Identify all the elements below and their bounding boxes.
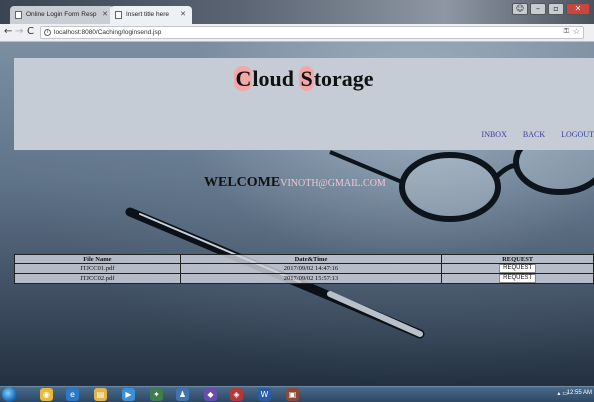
files-table: File Name Date&Time REQUEST ITJCC01.pdf … — [14, 254, 594, 284]
scan-app-icon[interactable]: ▣ — [286, 388, 299, 401]
url-text: localhost:8080/Caching/loginsend.jsp — [54, 29, 162, 36]
back-arrow-icon[interactable]: ← — [4, 26, 12, 37]
column-header-file-name: File Name — [14, 254, 181, 264]
welcome-label: WELCOME — [204, 175, 281, 190]
tab-label: Insert title here — [126, 11, 169, 18]
info-icon[interactable]: i — [44, 29, 51, 36]
close-tab-icon[interactable]: ✕ — [102, 10, 108, 18]
file-name-cell: ITJCC01.pdf — [14, 263, 181, 274]
request-button[interactable]: REQUEST — [499, 264, 537, 273]
purple-app-icon[interactable]: ◆ — [204, 388, 217, 401]
browser-tab-insert[interactable]: Insert title here ✕ — [110, 6, 192, 24]
page-icon — [115, 11, 122, 19]
user-email: VINOTH@GMAIL.COM — [280, 178, 386, 189]
page-body: Cloud Storage INBOX BACK LOGOUT WELCOMEV… — [0, 42, 594, 386]
close-window-icon[interactable]: ✕ — [566, 3, 590, 15]
internet-explorer-icon[interactable]: e — [66, 388, 79, 401]
browser-tab-login[interactable]: Online Login Form Resp ✕ — [10, 6, 114, 24]
bookmark-star-icon[interactable]: ☆ — [573, 27, 580, 36]
request-button[interactable]: REQUEST — [499, 274, 537, 283]
file-explorer-icon[interactable]: ▤ — [94, 388, 107, 401]
tab-label: Online Login Form Resp — [26, 11, 97, 18]
key-icon[interactable]: ⚿ — [564, 28, 569, 36]
site-nav: INBOX BACK LOGOUT — [482, 130, 594, 139]
browser-tab-bar: Online Login Form Resp ✕ Insert title he… — [0, 0, 594, 24]
table-header-row: File Name Date&Time REQUEST — [14, 254, 594, 264]
media-player-icon[interactable]: ▶ — [122, 388, 135, 401]
table-row: ITJCC02.pdf 2017/09/02 15:57:13 REQUEST — [14, 273, 594, 284]
nav-link-back[interactable]: BACK — [523, 130, 545, 139]
title-part-torage: torage — [313, 66, 374, 91]
user-icon[interactable]: ☺ — [512, 3, 528, 15]
start-button-icon[interactable] — [2, 387, 17, 402]
close-tab-icon[interactable]: ✕ — [180, 10, 186, 18]
word-icon[interactable]: W — [258, 388, 271, 401]
nav-link-logout[interactable]: LOGOUT — [561, 130, 594, 139]
site-header: Cloud Storage INBOX BACK LOGOUT — [14, 58, 594, 150]
window-controls: ☺ – ▫ ✕ — [512, 3, 590, 15]
maximize-icon[interactable]: ▫ — [548, 3, 564, 15]
person-app-icon[interactable]: ♟ — [176, 388, 189, 401]
forward-arrow-icon[interactable]: → — [15, 26, 23, 37]
request-cell: REQUEST — [441, 263, 594, 274]
reload-icon[interactable]: C — [27, 26, 34, 37]
nav-link-inbox[interactable]: INBOX — [482, 130, 507, 139]
browser-nav-bar: ← → C i localhost:8080/Caching/loginsend… — [0, 24, 594, 42]
page-icon — [15, 11, 22, 19]
address-bar[interactable]: i localhost:8080/Caching/loginsend.jsp ⚿… — [40, 26, 584, 39]
minimize-icon[interactable]: – — [530, 3, 546, 15]
date-time-cell: 2017/09/02 14:47:16 — [179, 263, 443, 274]
welcome-message: WELCOMEVINOTH@GMAIL.COM — [204, 175, 386, 191]
date-time-cell: 2017/09/02 15:57:13 — [179, 273, 443, 284]
column-header-request: REQUEST — [441, 254, 594, 264]
table-row: ITJCC01.pdf 2017/09/02 14:47:16 REQUEST — [14, 263, 594, 274]
title-initial-c: C — [234, 66, 253, 91]
title-part-loud: loud — [252, 66, 300, 91]
windows-taskbar: ◉ e ▤ ▶ ✦ ♟ ◆ ◈ W ▣ ▴ ▭ 12:55 AM — [0, 386, 594, 402]
column-header-date-time: Date&Time — [179, 254, 443, 264]
file-name-cell: ITJCC02.pdf — [14, 273, 181, 284]
title-initial-s: S — [299, 66, 314, 91]
site-title: Cloud Storage — [14, 66, 594, 92]
red-app-icon[interactable]: ◈ — [230, 388, 243, 401]
clock: 12:55 AM — [566, 390, 592, 396]
request-cell: REQUEST — [441, 273, 594, 284]
chrome-icon[interactable]: ◉ — [40, 388, 53, 401]
leaf-app-icon[interactable]: ✦ — [150, 388, 163, 401]
